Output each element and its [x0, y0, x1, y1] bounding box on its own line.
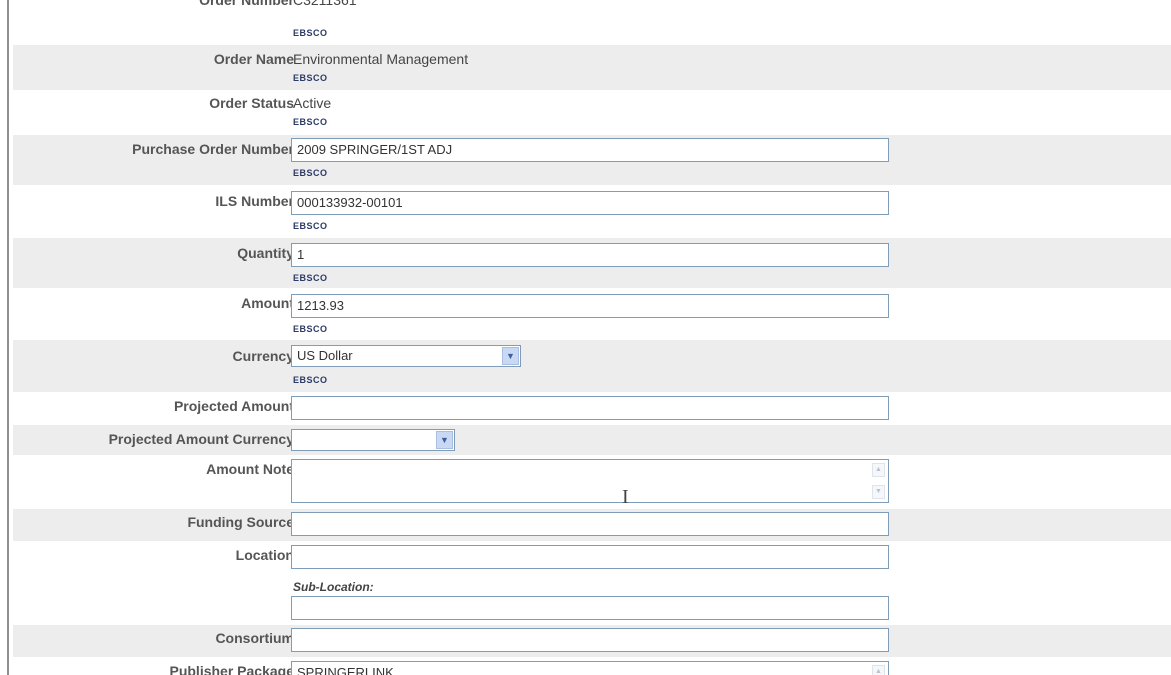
row-order-number: Order Number C3211361 EBSCO — [13, 0, 1171, 45]
purchase-order-number-input[interactable]: 2009 SPRINGER/1ST ADJ — [291, 138, 889, 162]
currency-source: EBSCO — [293, 375, 328, 385]
projected-amount-label: Projected Amount — [173, 398, 294, 414]
row-projected-amount: Projected Amount — [13, 392, 1171, 425]
order-name-label: Order Name — [213, 51, 294, 67]
row-ils-number: ILS Number 000133932-00101 EBSCO — [13, 185, 1171, 238]
projected-amount-currency-label: Projected Amount Currency — [108, 431, 294, 447]
row-quantity: Quantity 1 EBSCO — [13, 238, 1171, 288]
projected-amount-currency-select[interactable]: ▼ — [291, 429, 455, 451]
funding-source-label: Funding Source — [187, 514, 294, 530]
quantity-source: EBSCO — [293, 273, 328, 283]
row-amount-note: Amount Note ▲ ▼ — [13, 455, 1171, 509]
amount-input[interactable]: 1213.93 — [291, 294, 889, 318]
row-funding-source: Funding Source — [13, 509, 1171, 541]
order-status-value: Active — [293, 95, 332, 111]
order-name-source: EBSCO — [293, 73, 328, 83]
chevron-down-icon[interactable]: ▼ — [436, 431, 453, 449]
scroll-up-arrow-icon[interactable]: ▲ — [872, 463, 885, 477]
row-order-status: Order Status Active EBSCO — [13, 90, 1171, 135]
scroll-down-arrow-icon[interactable]: ▼ — [872, 485, 885, 499]
text-cursor-icon: I — [622, 486, 629, 508]
currency-label: Currency — [232, 348, 294, 364]
purchase-order-number-label: Purchase Order Number — [132, 141, 294, 157]
sub-location-input[interactable] — [291, 596, 889, 620]
sub-location-label: Sub-Location: — [293, 580, 374, 594]
amount-note-textarea[interactable]: ▲ ▼ — [291, 459, 889, 503]
order-number-label: Order Number — [199, 0, 294, 8]
amount-note-label: Amount Note — [206, 461, 294, 477]
projected-amount-input[interactable] — [291, 396, 889, 420]
publisher-package-label: Publisher Package — [169, 663, 294, 675]
ils-number-label: ILS Number — [215, 193, 294, 209]
funding-source-input[interactable] — [291, 512, 889, 536]
publisher-package-textarea[interactable]: SPRINGERLINK ▲ — [291, 661, 889, 675]
row-publisher-package: Publisher Package SPRINGERLINK ▲ — [13, 657, 1171, 675]
purchase-order-number-source: EBSCO — [293, 168, 328, 178]
row-projected-amount-currency: Projected Amount Currency ▼ — [13, 425, 1171, 455]
amount-source: EBSCO — [293, 324, 328, 334]
row-order-name: Order Name Environmental Management EBSC… — [13, 45, 1171, 90]
ils-number-source: EBSCO — [293, 221, 328, 231]
order-form: Order Number C3211361 EBSCO Order Name E… — [13, 0, 1171, 675]
location-label: Location — [235, 547, 294, 563]
left-border — [0, 0, 9, 675]
quantity-input[interactable]: 1 — [291, 243, 889, 267]
order-status-label: Order Status — [209, 95, 294, 111]
row-location: Location Sub-Location: — [13, 541, 1171, 625]
order-status-source: EBSCO — [293, 117, 328, 127]
publisher-package-value: SPRINGERLINK — [297, 665, 394, 675]
row-purchase-order-number: Purchase Order Number 2009 SPRINGER/1ST … — [13, 135, 1171, 185]
row-currency: Currency US Dollar ▼ EBSCO — [13, 340, 1171, 392]
consortium-input[interactable] — [291, 628, 889, 652]
order-number-source: EBSCO — [293, 28, 328, 38]
publisher-package-scrollbar[interactable]: ▲ — [871, 663, 887, 675]
currency-select[interactable]: US Dollar ▼ — [291, 345, 521, 367]
row-consortium: Consortium — [13, 625, 1171, 657]
consortium-label: Consortium — [215, 630, 294, 646]
row-amount: Amount 1213.93 EBSCO — [13, 288, 1171, 340]
ils-number-input[interactable]: 000133932-00101 — [291, 191, 889, 215]
quantity-label: Quantity — [237, 245, 294, 261]
order-number-value: C3211361 — [293, 0, 357, 8]
chevron-down-icon[interactable]: ▼ — [502, 347, 519, 365]
scroll-up-arrow-icon[interactable]: ▲ — [872, 665, 885, 675]
amount-note-scrollbar[interactable]: ▲ ▼ — [871, 461, 887, 501]
amount-label: Amount — [241, 295, 294, 311]
location-input[interactable] — [291, 545, 889, 569]
order-name-value: Environmental Management — [293, 51, 469, 67]
currency-selected-value: US Dollar — [297, 348, 353, 363]
